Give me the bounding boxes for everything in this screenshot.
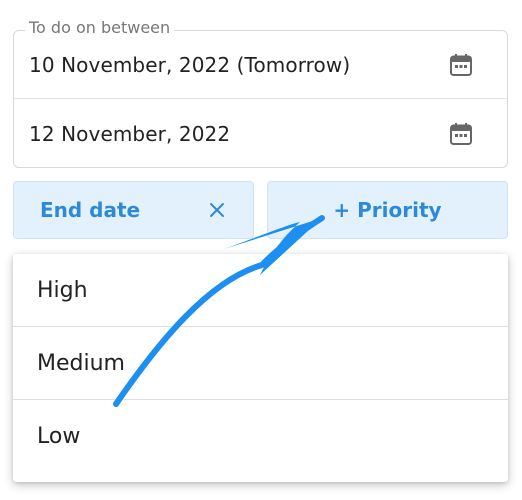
add-priority-button[interactable]: + Priority [267,181,508,239]
close-icon[interactable] [209,202,225,218]
priority-option-high[interactable]: High [13,254,508,327]
start-date-field[interactable]: 10 November, 2022 (Tomorrow) [14,31,507,99]
priority-option-low[interactable]: Low [13,400,508,473]
end-date-value: 12 November, 2022 [29,122,231,146]
date-range-group: 10 November, 2022 (Tomorrow) 12 November… [13,30,508,168]
priority-option-medium[interactable]: Medium [13,327,508,400]
add-priority-label: + Priority [333,198,442,222]
start-date-value: 10 November, 2022 (Tomorrow) [29,52,351,77]
end-date-chip-label: End date [40,198,141,222]
calendar-icon[interactable] [449,122,473,146]
end-date-chip[interactable]: End date [13,181,254,239]
priority-dropdown-menu: High Medium Low [13,254,508,482]
date-range-legend: To do on between [25,18,175,38]
end-date-field[interactable]: 12 November, 2022 [14,100,507,168]
calendar-icon[interactable] [449,53,473,77]
